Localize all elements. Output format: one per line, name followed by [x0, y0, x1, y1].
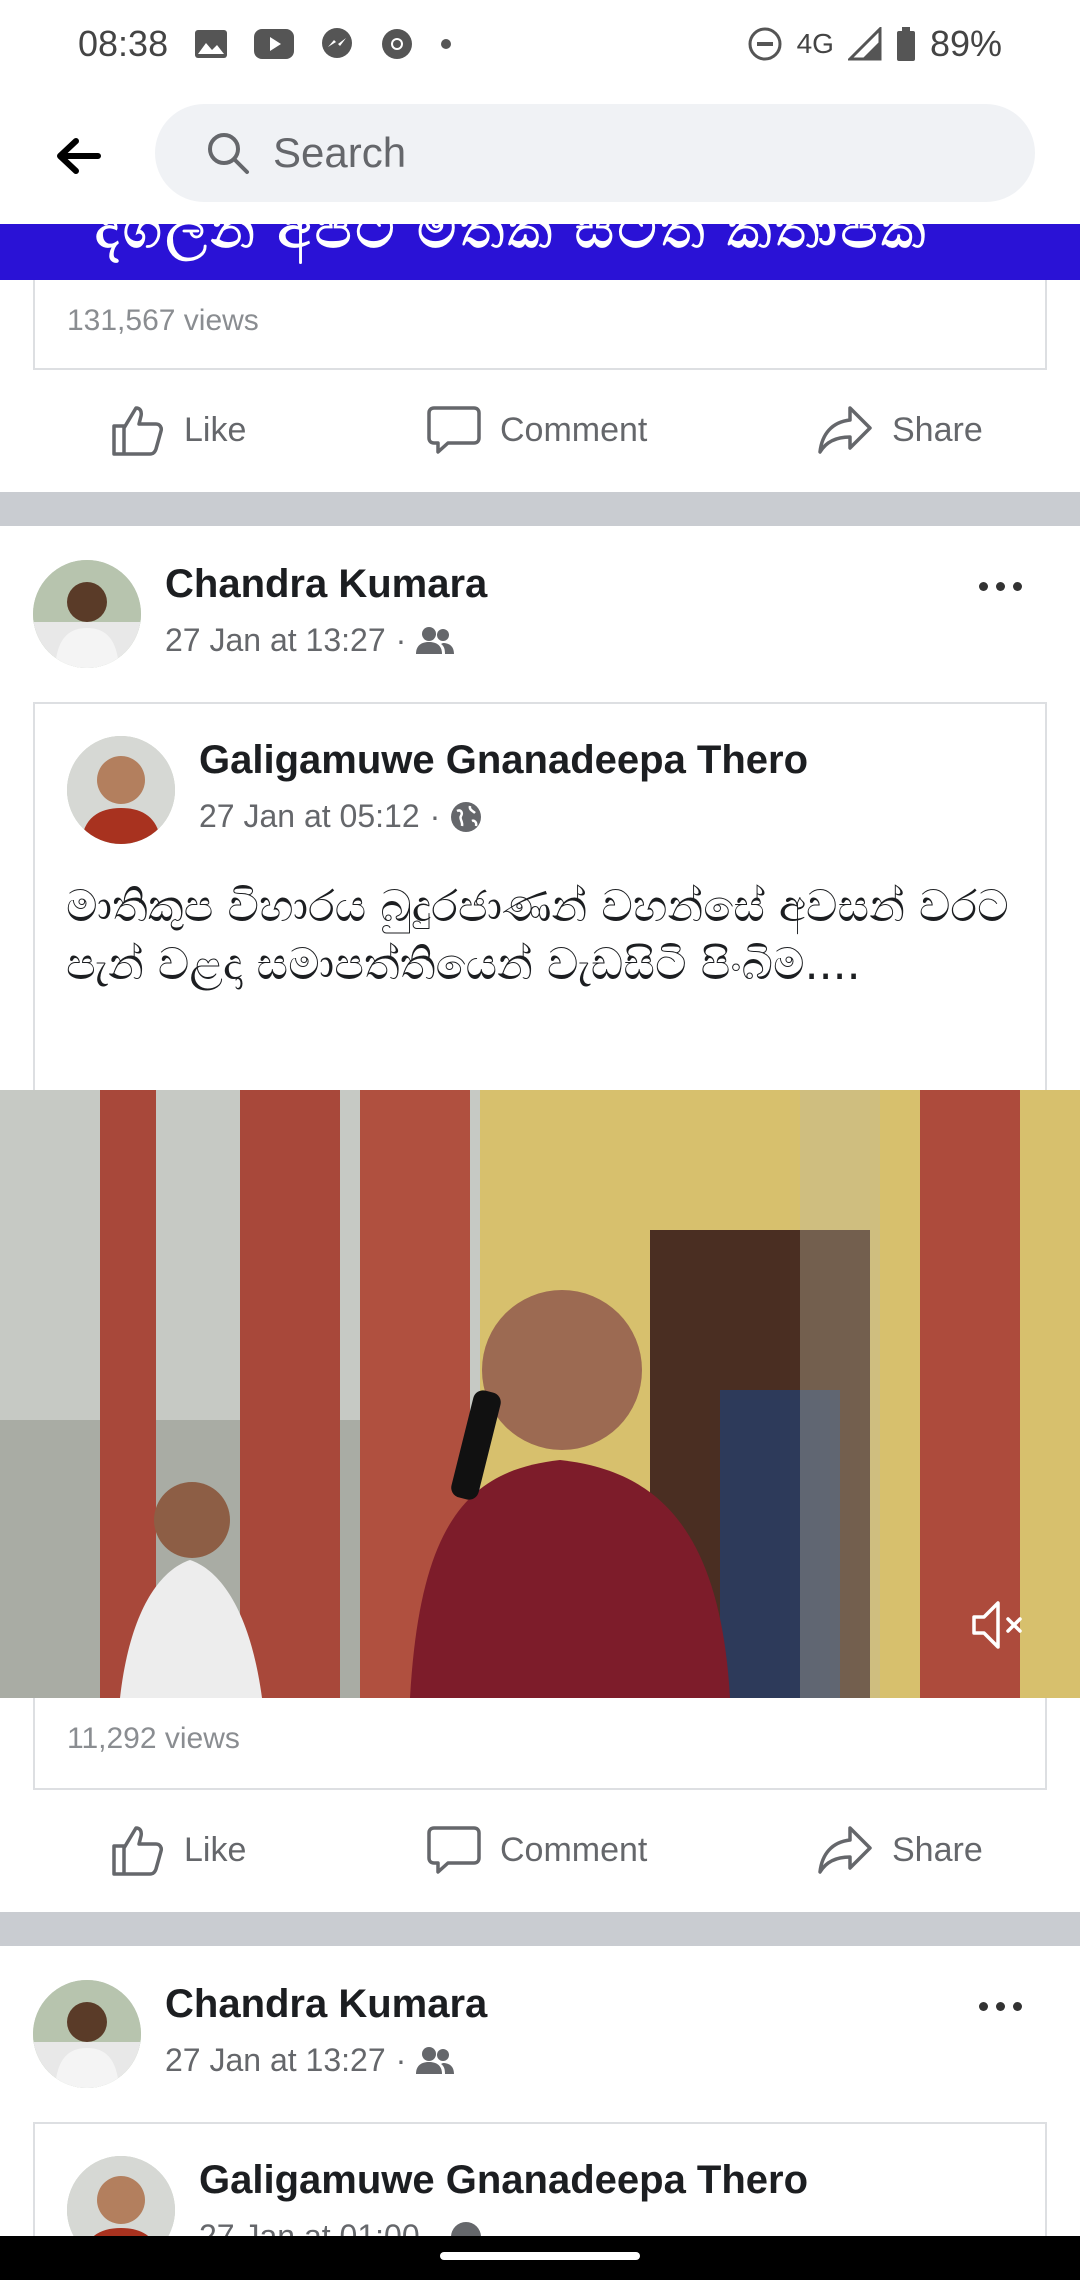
view-count: 131,567 views — [67, 304, 259, 337]
share-button[interactable]: Share — [816, 402, 983, 458]
post-actions: Like Comment Share — [0, 370, 1080, 490]
share-label: Share — [892, 410, 983, 449]
muted-speaker-icon — [972, 1601, 1022, 1649]
shared-author-avatar[interactable] — [67, 736, 175, 844]
friends-audience-icon — [416, 626, 455, 654]
do-not-disturb-icon — [747, 26, 783, 62]
back-arrow-icon — [57, 138, 101, 174]
navigation-bar — [0, 2236, 1080, 2280]
post-meta: 27 Jan at 13:27 · — [165, 2042, 455, 2079]
search-box[interactable] — [155, 104, 1035, 202]
like-label: Like — [184, 410, 247, 449]
network-type: 4G — [796, 28, 834, 59]
post-author[interactable]: Chandra Kumara — [165, 1982, 487, 2027]
more-options-button[interactable] — [970, 1986, 1030, 2026]
like-button[interactable]: Like — [110, 1822, 246, 1878]
battery-level: 89% — [929, 23, 1002, 64]
video-player[interactable] — [0, 1090, 1080, 1698]
share-icon — [818, 1826, 872, 1874]
more-notifications-icon — [440, 38, 452, 50]
more-options-button[interactable] — [970, 566, 1030, 606]
post-author[interactable]: Chandra Kumara — [165, 562, 487, 607]
chrome-icon — [380, 27, 414, 61]
shared-post-meta: 27 Jan at 05:12 · — [199, 798, 482, 835]
comment-label: Comment — [500, 410, 648, 449]
post-divider — [0, 1912, 1080, 1946]
thumbs-up-icon — [112, 406, 163, 456]
post-text: මාතිකුප විහාරය බුදුරජාණන් වහන්සේ අවසන් ව… — [66, 881, 1009, 990]
more-icon — [978, 2001, 988, 2011]
like-button[interactable]: Like — [110, 402, 246, 458]
share-label: Share — [892, 1830, 983, 1869]
post-time[interactable]: 27 Jan at 13:27 — [165, 2042, 386, 2079]
post-footer-frame: 11,292 views — [33, 1698, 1047, 1790]
view-count: 11,292 views — [67, 1722, 240, 1755]
post-header: Chandra Kumara 27 Jan at 13:27 · — [0, 1946, 1080, 2096]
search-icon — [208, 133, 249, 174]
more-icon — [978, 581, 988, 591]
thumbs-up-icon — [112, 1826, 163, 1876]
shared-author-avatar[interactable] — [67, 2156, 175, 2236]
battery-icon — [896, 27, 916, 61]
video-frame — [0, 1090, 1080, 1698]
previous-post-frame: 131,567 views — [33, 280, 1047, 370]
status-time: 08:38 — [78, 23, 169, 64]
shared-post-meta: 27 Jan at 01:00 · — [199, 2218, 482, 2236]
app-header — [0, 88, 1080, 224]
avatar[interactable] — [33, 560, 141, 668]
like-label: Like — [184, 1830, 247, 1869]
comment-button[interactable]: Comment — [426, 1822, 647, 1878]
messenger-icon — [320, 27, 354, 61]
public-globe-icon — [451, 2221, 482, 2236]
public-globe-icon — [451, 801, 482, 832]
avatar[interactable] — [33, 1980, 141, 2088]
share-button[interactable]: Share — [816, 1822, 983, 1878]
shared-post-time[interactable]: 27 Jan at 01:00 — [199, 2218, 420, 2236]
banner-text: දිගලන අපට මතක සටත කතාපක — [95, 224, 930, 259]
back-button[interactable] — [48, 126, 108, 186]
previous-post-video-bottom[interactable]: දිගලන අපට මතක සටත කතාපක — [0, 224, 1080, 280]
share-icon — [818, 406, 872, 454]
shared-post-frame: Galigamuwe Gnanadeepa Thero 27 Jan at 01… — [33, 2122, 1047, 2236]
comment-button[interactable]: Comment — [426, 402, 647, 458]
comment-icon — [427, 406, 481, 454]
home-indicator[interactable] — [440, 2252, 640, 2260]
youtube-icon — [254, 29, 295, 59]
friends-audience-icon — [416, 2046, 455, 2074]
post-divider — [0, 492, 1080, 526]
post-actions: Like Comment Share — [0, 1790, 1080, 1910]
signal-icon — [847, 27, 882, 61]
mute-toggle[interactable] — [970, 1597, 1030, 1658]
post-meta: 27 Jan at 13:27 · — [165, 622, 455, 659]
shared-post-time[interactable]: 27 Jan at 05:12 — [199, 798, 420, 835]
shared-post-author[interactable]: Galigamuwe Gnanadeepa Thero — [199, 738, 808, 783]
comment-label: Comment — [500, 1830, 648, 1869]
status-bar: 08:38 4G 89% — [0, 0, 1080, 88]
search-input[interactable] — [273, 129, 873, 177]
shared-post-author[interactable]: Galigamuwe Gnanadeepa Thero — [199, 2158, 808, 2203]
post-header: Chandra Kumara 27 Jan at 13:27 · — [0, 526, 1080, 676]
comment-icon — [427, 1826, 481, 1874]
post-time[interactable]: 27 Jan at 13:27 — [165, 622, 386, 659]
gallery-icon — [194, 29, 228, 59]
